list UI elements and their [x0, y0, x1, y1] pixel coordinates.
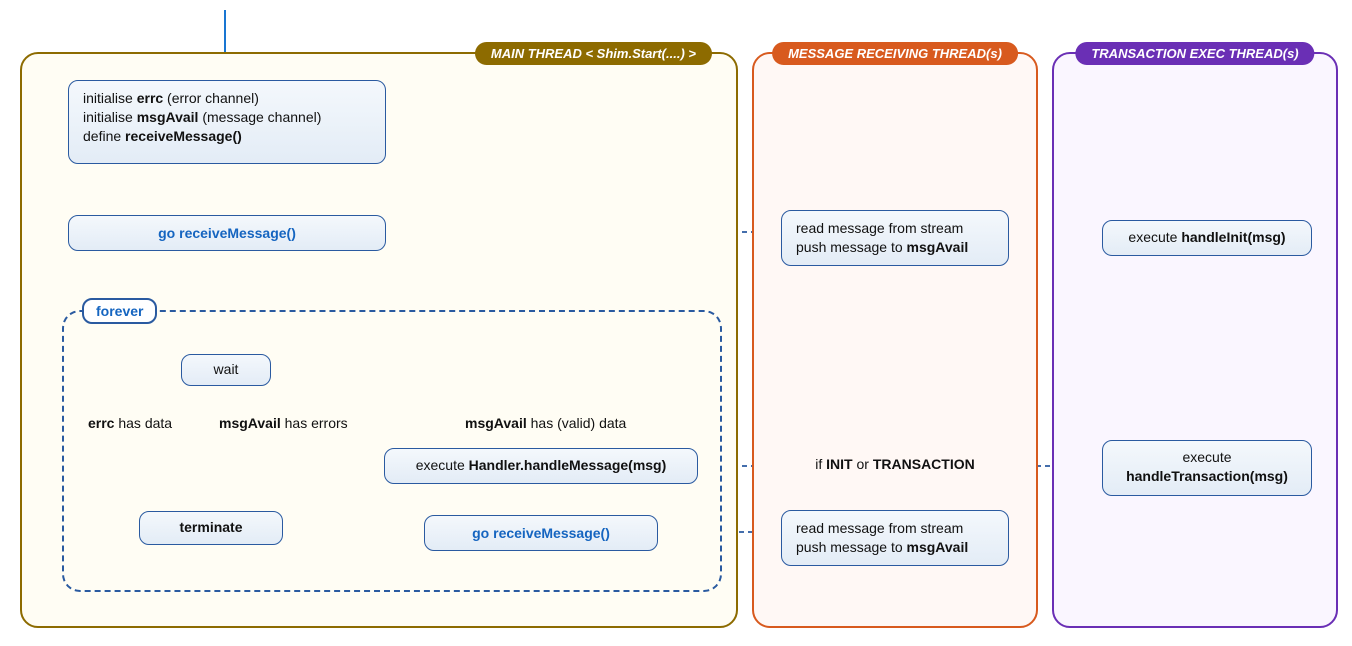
terminate-box: terminate: [139, 511, 283, 545]
if-init-or-tx: if INIT or TRANSACTION: [782, 456, 1008, 472]
handle-tx-l2: handleTransaction(msg): [1109, 467, 1305, 486]
forever-label: forever: [82, 298, 157, 324]
main-thread-label: MAIN THREAD < Shim.Start(....) >: [475, 42, 712, 65]
init-line1: initialise errc (error channel): [83, 89, 371, 108]
init-box: initialise errc (error channel) initiali…: [68, 80, 386, 164]
exec-thread-label: TRANSACTION EXEC THREAD(s): [1075, 42, 1314, 65]
recv2-line1: read message from stream: [796, 519, 994, 538]
recv-box-2: read message from stream push message to…: [781, 510, 1009, 566]
recv-thread-label: MESSAGE RECEIVING THREAD(s): [772, 42, 1018, 65]
cond-errc: errc has data: [88, 415, 172, 431]
handle-message-box: execute Handler.handleMessage(msg): [384, 448, 698, 484]
handle-init-box: execute handleInit(msg): [1102, 220, 1312, 256]
handle-transaction-box: execute handleTransaction(msg): [1102, 440, 1312, 496]
recv1-line2: push message to msgAvail: [796, 238, 994, 257]
wait-box: wait: [181, 354, 271, 386]
go-receive-message-2: go receiveMessage(): [424, 515, 658, 551]
handle-tx-l1: execute: [1109, 448, 1305, 467]
go-receive-message-1: go receiveMessage(): [68, 215, 386, 251]
recv-box-1: read message from stream push message to…: [781, 210, 1009, 266]
init-line3: define receiveMessage(): [83, 127, 371, 146]
exec-thread-panel: TRANSACTION EXEC THREAD(s): [1052, 52, 1338, 628]
recv2-line2: push message to msgAvail: [796, 538, 994, 557]
cond-msg-errors: msgAvail has errors: [219, 415, 348, 431]
cond-msg-valid: msgAvail has (valid) data: [465, 415, 626, 431]
recv1-line1: read message from stream: [796, 219, 994, 238]
init-line2: initialise msgAvail (message channel): [83, 108, 371, 127]
